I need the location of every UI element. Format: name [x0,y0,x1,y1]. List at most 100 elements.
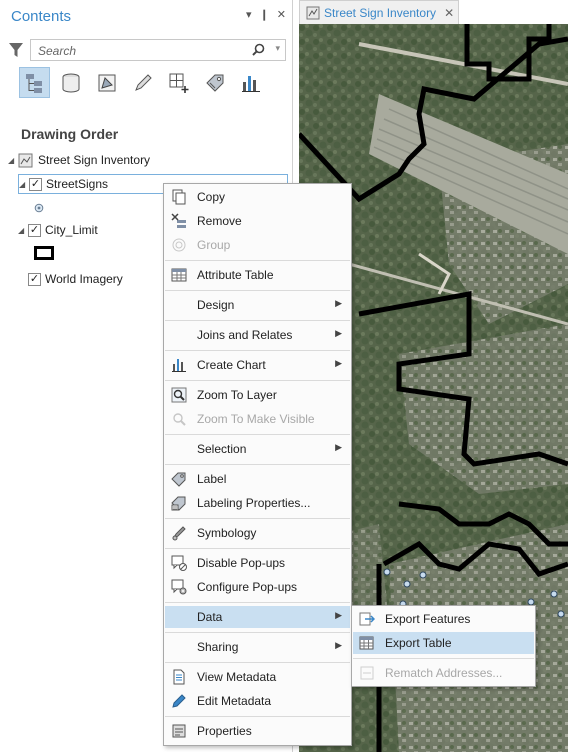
view-metadata-icon [170,668,188,686]
pencil-icon [134,73,152,91]
menu-separator [165,662,350,663]
menu-item-create-chart[interactable]: Create Chart ▶ [165,354,350,376]
edit-metadata-icon [170,692,188,710]
menu-item-selection[interactable]: Selection ▶ [165,438,350,460]
menu-item-edit-metadata[interactable]: Edit Metadata [165,690,350,712]
menu-item-view-metadata[interactable]: View Metadata [165,666,350,688]
disable-popups-icon [170,554,188,572]
list-by-selection-button[interactable] [91,67,122,98]
point-symbol-icon[interactable] [34,202,44,216]
menu-item-joins-and-relates[interactable]: Joins and Relates ▶ [165,324,350,346]
submenu-arrow-icon: ▶ [335,640,342,650]
map-view-tab[interactable]: Street Sign Inventory ✕ [299,0,459,24]
pane-close-icon[interactable]: ✕ [277,8,286,21]
menu-item-label: View Metadata [197,670,277,684]
list-by-drawing-order-button[interactable] [19,67,50,98]
submenu-item-export-features[interactable]: Export Features [353,608,534,630]
layer-visibility-checkbox[interactable]: ✓ [29,177,42,191]
selection-icon [98,74,115,91]
remove-layer-icon [170,212,188,230]
chart-icon [241,75,260,92]
labeling-properties-icon [170,494,188,512]
layer-name: City_Limit [45,223,98,237]
menu-item-group: Group [165,234,350,256]
pane-options-icon[interactable]: ▾ [246,8,252,21]
data-submenu: Export Features Export Table Rematch Add… [351,605,536,687]
search-icon[interactable] [252,43,265,59]
layer-visibility-checkbox[interactable]: ✓ [28,223,41,237]
collapse-caret-icon[interactable]: ◢ [19,180,29,189]
menu-item-label: Zoom To Layer [197,388,277,402]
list-by-data-source-button[interactable] [55,67,86,98]
submenu-arrow-icon: ▶ [335,610,342,620]
submenu-arrow-icon: ▶ [335,298,342,308]
menu-item-properties[interactable]: Properties [165,720,350,742]
menu-item-label: Sharing [197,640,239,654]
layer-visibility-checkbox[interactable]: ✓ [28,272,41,286]
menu-item-labeling-properties[interactable]: Labeling Properties... [165,492,350,514]
chart-icon [170,356,188,374]
tree-layer-city-limit[interactable]: ◢ ✓ City_Limit [18,220,98,240]
menu-item-label: Design [197,298,235,312]
tree-map-node[interactable]: ◢ Street Sign Inventory [8,150,150,170]
menu-item-symbology[interactable]: Symbology [165,522,350,544]
menu-item-label: Create Chart [197,358,266,372]
collapse-caret-icon[interactable]: ◢ [18,226,28,235]
database-icon [62,73,79,92]
map-icon [18,153,33,167]
menu-separator [165,320,350,321]
menu-item-label: Remove [197,214,242,228]
menu-item-remove[interactable]: Remove [165,210,350,232]
list-by-charts-button[interactable] [235,67,266,98]
menu-item-configure-popups[interactable]: Configure Pop-ups [165,576,350,598]
properties-icon [170,722,188,740]
search-dropdown-icon[interactable]: ▾ [275,43,280,54]
menu-separator [165,602,350,603]
submenu-arrow-icon: ▶ [335,328,342,338]
menu-item-design[interactable]: Design ▶ [165,294,350,316]
menu-item-zoom-to-make-visible: Zoom To Make Visible [165,408,350,430]
menu-item-copy[interactable]: Copy [165,186,350,208]
filter-icon[interactable] [8,41,24,59]
submenu-arrow-icon: ▶ [335,442,342,452]
menu-item-label: Labeling Properties... [197,496,311,510]
layer-name: StreetSigns [46,177,109,191]
menu-item-zoom-to-layer[interactable]: Zoom To Layer [165,384,350,406]
tree-layer-world-imagery[interactable]: ✓ World Imagery [28,269,123,289]
search-box: ▾ [30,39,286,61]
menu-item-label-toggle[interactable]: Label [165,468,350,490]
menu-separator [165,464,350,465]
menu-separator [165,632,350,633]
drawing-order-heading: Drawing Order [21,126,119,142]
search-input[interactable] [36,41,250,61]
menu-item-disable-popups[interactable]: Disable Pop-ups [165,552,350,574]
menu-item-attribute-table[interactable]: Attribute Table [165,264,350,286]
menu-item-label: Group [197,238,231,252]
export-table-icon [358,634,376,652]
menu-item-label: Data [197,610,223,624]
menu-item-sharing[interactable]: Sharing ▶ [165,636,350,658]
submenu-item-export-table[interactable]: Export Table [353,632,534,654]
export-features-icon [358,610,376,628]
symbology-icon [170,524,188,542]
list-by-snapping-button[interactable] [163,67,194,98]
menu-item-data[interactable]: Data ▶ [165,606,350,628]
pane-controls: ▾ ❙ ✕ [246,8,286,21]
menu-separator [165,716,350,717]
menu-item-label: Export Table [385,636,452,650]
submenu-arrow-icon: ▶ [335,358,342,368]
collapse-caret-icon[interactable]: ◢ [8,156,18,165]
layer-context-menu: Copy Remove Group Attribute Table Design… [163,183,352,746]
menu-item-label: Attribute Table [197,268,274,282]
menu-separator [353,658,534,659]
close-tab-icon[interactable]: ✕ [444,6,454,20]
copy-icon [170,188,188,206]
menu-item-label: Edit Metadata [197,694,272,708]
list-by-editing-button[interactable] [127,67,158,98]
list-by-labeling-button[interactable] [199,67,230,98]
pane-pin-icon[interactable]: ❙ [260,8,269,21]
menu-item-label: Copy [197,190,226,204]
rematch-addresses-icon [358,664,376,682]
polygon-symbol-icon[interactable] [34,246,54,260]
menu-item-label: Zoom To Make Visible [197,412,315,426]
